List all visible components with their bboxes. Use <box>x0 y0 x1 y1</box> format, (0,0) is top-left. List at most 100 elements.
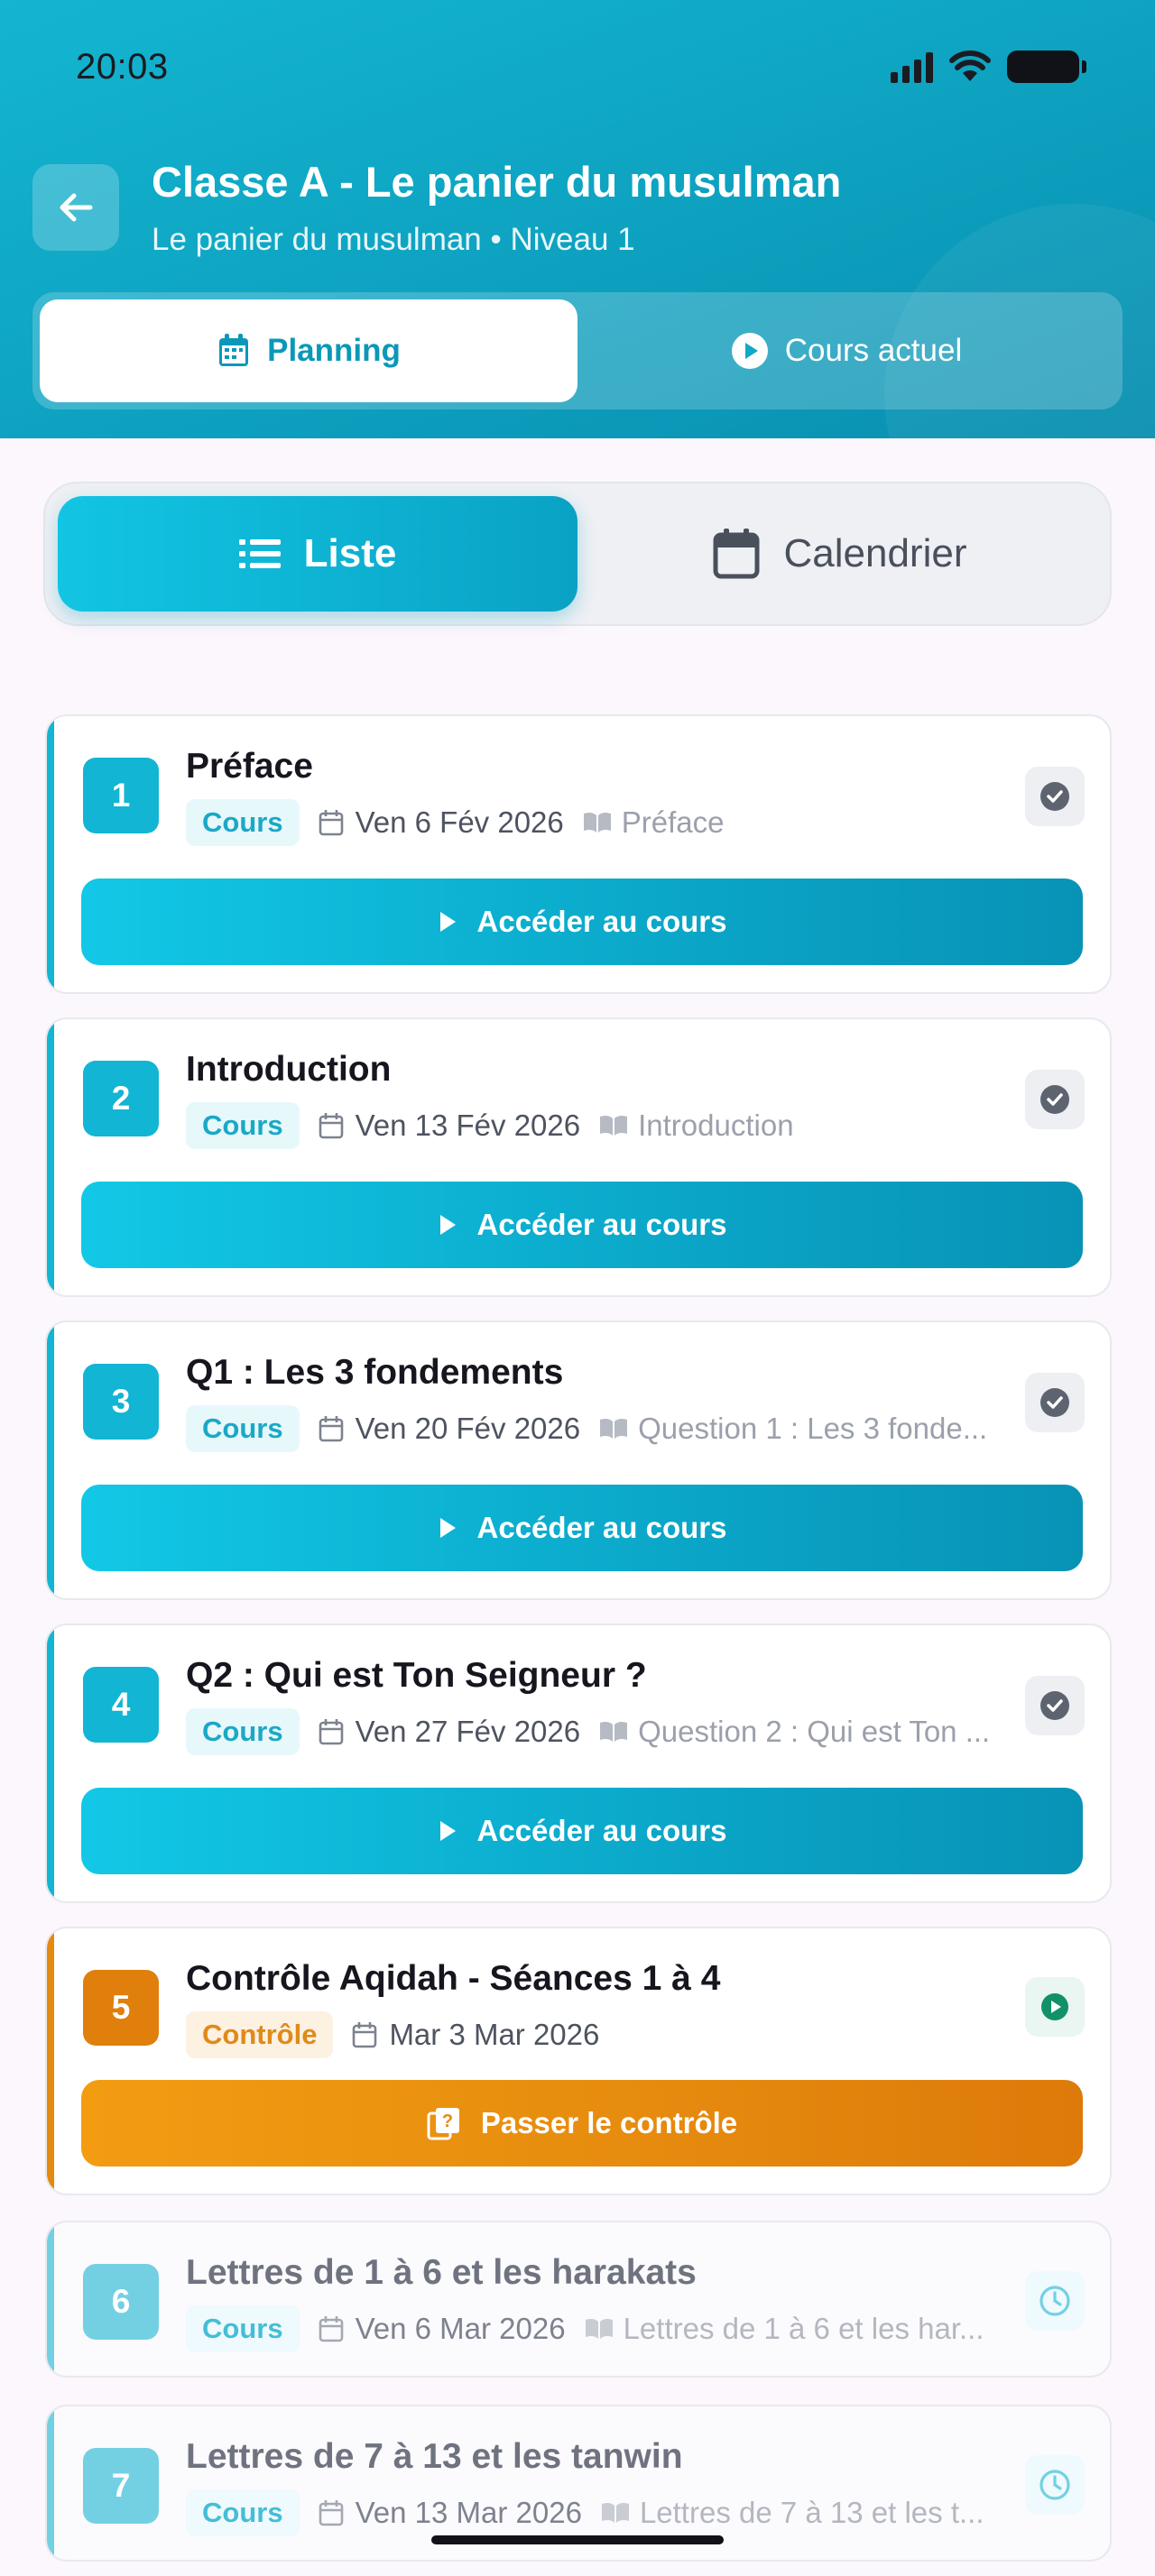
view-toggle: Liste Calendrier <box>43 482 1112 626</box>
session-number: 7 <box>83 2448 159 2524</box>
access-course-label: Accéder au cours <box>476 1511 727 1544</box>
session-card: 4 Q2 : Qui est Ton Seigneur ? Cours Ven … <box>45 1624 1112 1903</box>
book-open-icon <box>585 2318 613 2339</box>
session-status <box>1025 1676 1085 1735</box>
session-date-group: Ven 27 Fév 2026 <box>318 1715 581 1749</box>
session-type-badge: Cours <box>186 799 300 846</box>
clock-icon <box>1040 2286 1070 2316</box>
session-card: 5 Contrôle Aqidah - Séances 1 à 4 Contrô… <box>45 1927 1112 2195</box>
session-date: Ven 20 Fév 2026 <box>355 1412 581 1445</box>
card-accent-bar <box>47 2222 54 2376</box>
home-indicator[interactable] <box>431 2535 724 2544</box>
session-title: Contrôle Aqidah - Séances 1 à 4 <box>186 1959 721 1998</box>
battery-icon <box>1007 51 1086 83</box>
session-type-badge: Cours <box>186 1102 300 1149</box>
card-accent-bar <box>47 1928 54 2194</box>
card-accent-bar <box>47 2406 54 2560</box>
session-date-group: Ven 20 Fév 2026 <box>318 1412 581 1446</box>
book-open-icon <box>600 1115 628 1136</box>
session-number: 4 <box>83 1667 159 1743</box>
session-date-group: Ven 6 Mar 2026 <box>318 2312 566 2346</box>
session-date-group: Ven 13 Fév 2026 <box>318 1109 581 1143</box>
calendar-view-button[interactable]: Calendrier <box>578 496 1101 612</box>
access-course-button[interactable]: Accéder au cours <box>81 1182 1083 1268</box>
play-icon <box>439 1518 456 1538</box>
session-title: Introduction <box>186 1050 392 1089</box>
session-reference-group: Question 2 : Qui est Ton ... <box>598 1715 990 1749</box>
session-number: 3 <box>83 1364 159 1440</box>
session-meta: Cours Ven 27 Fév 2026 Question 2 : Qui e… <box>186 1708 1070 1755</box>
arrow-left-icon <box>60 193 93 222</box>
session-card: 1 Préface Cours Ven 6 Fév 2026 Préface A… <box>45 714 1112 994</box>
access-course-button[interactable]: Accéder au cours <box>81 879 1083 965</box>
play-icon <box>439 1215 456 1235</box>
page-subtitle: Le panier du musulman • Niveau 1 <box>152 222 635 257</box>
calendar-small-icon <box>319 2316 343 2342</box>
access-course-label: Accéder au cours <box>476 905 727 938</box>
access-course-label: Accéder au cours <box>476 1208 727 1241</box>
session-date: Ven 27 Fév 2026 <box>355 1715 581 1748</box>
session-title: Préface <box>186 747 313 786</box>
status-time: 20:03 <box>76 47 169 87</box>
session-date: Ven 13 Fév 2026 <box>355 1109 581 1142</box>
session-date: Ven 13 Mar 2026 <box>355 2496 582 2529</box>
session-status <box>1025 767 1085 826</box>
top-tab-bar: Planning Cours actuel <box>32 292 1123 409</box>
session-date-group: Ven 6 Fév 2026 <box>318 805 564 840</box>
card-accent-bar <box>47 716 54 992</box>
tab-planning-label: Planning <box>267 333 401 368</box>
check-circle-icon <box>1040 1388 1069 1417</box>
play-icon <box>439 1821 456 1841</box>
session-meta: Contrôle Mar 3 Mar 2026 <box>186 2011 1070 2058</box>
tab-current-course-label: Cours actuel <box>784 333 963 368</box>
check-circle-icon <box>1040 1691 1069 1720</box>
session-number: 6 <box>83 2264 159 2340</box>
card-accent-bar <box>47 1625 54 1901</box>
session-meta: Cours Ven 6 Fév 2026 Préface <box>186 799 1070 846</box>
session-status <box>1025 2271 1085 2331</box>
card-accent-bar <box>47 1322 54 1598</box>
session-reference-group: Préface <box>582 805 725 840</box>
calendar-outline-icon <box>713 529 759 579</box>
card-accent-bar <box>47 1019 54 1295</box>
access-course-button[interactable]: Accéder au cours <box>81 1485 1083 1571</box>
svg-text:?: ? <box>442 2111 453 2131</box>
tab-planning[interactable]: Planning <box>40 299 578 402</box>
access-course-button[interactable]: Accéder au cours <box>81 1788 1083 1874</box>
play-circle-icon <box>731 333 768 369</box>
session-type-badge: Cours <box>186 1708 300 1755</box>
session-reference: Question 1 : Les 3 fonde... <box>638 1412 988 1445</box>
session-reference: Question 2 : Qui est Ton ... <box>638 1715 991 1748</box>
calendar-icon <box>219 334 249 366</box>
list-view-button[interactable]: Liste <box>58 496 578 612</box>
take-test-label: Passer le contrôle <box>480 2106 738 2139</box>
book-open-icon <box>600 1721 628 1742</box>
session-card[interactable]: 6 Lettres de 1 à 6 et les harakats Cours… <box>45 2221 1112 2378</box>
session-reference: Préface <box>621 805 725 839</box>
back-button[interactable] <box>32 164 119 251</box>
session-status <box>1025 2455 1085 2515</box>
cellular-signal-icon <box>891 51 933 83</box>
calendar-small-icon <box>353 2022 377 2048</box>
session-status <box>1025 1373 1085 1432</box>
session-reference: Introduction <box>638 1109 794 1142</box>
calendar-view-label: Calendrier <box>783 531 967 575</box>
take-test-button[interactable]: ? Passer le contrôle <box>81 2080 1083 2167</box>
quiz-icon: ? <box>427 2108 459 2140</box>
session-reference-group: Question 1 : Les 3 fonde... <box>598 1412 987 1446</box>
session-type-badge: Cours <box>186 2489 300 2536</box>
book-open-icon <box>601 2502 629 2523</box>
calendar-small-icon <box>319 810 343 836</box>
list-view-label: Liste <box>303 531 397 575</box>
session-meta: Cours Ven 13 Mar 2026 Lettres de 7 à 13 … <box>186 2489 1070 2536</box>
calendar-small-icon <box>319 1719 343 1745</box>
app-header: 20:03 Classe A - Le panier du musulman L… <box>0 0 1155 438</box>
session-title: Lettres de 7 à 13 et les tanwin <box>186 2437 683 2476</box>
tab-current-course[interactable]: Cours actuel <box>578 299 1115 402</box>
calendar-small-icon <box>319 1113 343 1139</box>
session-number: 5 <box>83 1970 159 2046</box>
wifi-icon <box>949 51 991 81</box>
session-status <box>1025 1070 1085 1129</box>
session-status <box>1025 1977 1085 2037</box>
session-reference: Lettres de 7 à 13 et les t... <box>639 2496 984 2529</box>
